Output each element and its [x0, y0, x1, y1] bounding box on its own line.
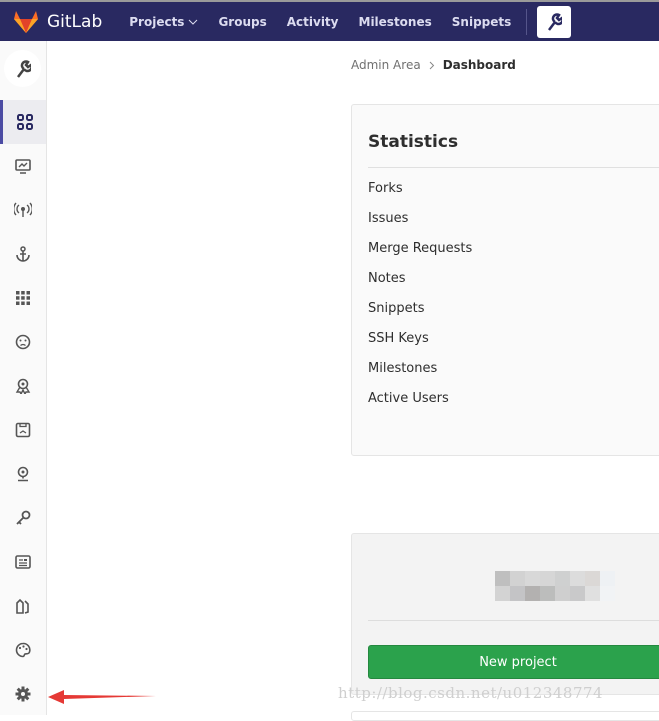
- wrench-icon: [16, 59, 31, 78]
- admin-sidebar: [0, 41, 47, 715]
- appearance-icon: [15, 642, 31, 658]
- blur-pixel: [585, 571, 600, 586]
- broadcast-icon: [14, 202, 32, 217]
- admin-area-link[interactable]: [4, 50, 41, 87]
- blur-pixel: [585, 586, 600, 601]
- sidebar-item-geo[interactable]: [0, 452, 46, 496]
- anchor-hooks-icon: [16, 246, 30, 262]
- sidebar-item-appearance[interactable]: [0, 628, 46, 672]
- stat-row: Notes: [368, 271, 406, 286]
- top-navbar: GitLab Projects Groups Activity Mileston…: [0, 0, 659, 41]
- chevron-down-icon: [189, 19, 198, 25]
- brand-name: GitLab: [47, 11, 103, 32]
- statistics-panel: Statistics Forks Issues Merge Requests N…: [351, 104, 659, 456]
- sidebar-item-abuse-reports[interactable]: [0, 320, 46, 364]
- blur-pixel: [600, 586, 615, 601]
- settings-icon: [15, 686, 31, 702]
- annotation-arrow: [48, 690, 156, 704]
- sidebar-item-kubernetes[interactable]: [0, 408, 46, 452]
- tanuki-icon: [14, 10, 38, 33]
- stat-row: Merge Requests: [368, 241, 473, 256]
- nav-label: Projects: [129, 14, 185, 29]
- blur-pixel: [495, 571, 510, 586]
- nav-groups[interactable]: Groups: [218, 15, 266, 29]
- blur-pixel: [525, 571, 540, 586]
- admin-area-button[interactable]: [537, 5, 572, 38]
- blur-pixel: [540, 571, 555, 586]
- blur-pixel: [495, 586, 510, 601]
- sidebar-item-service-templates[interactable]: [0, 540, 46, 584]
- sidebar-item-settings[interactable]: [0, 672, 46, 716]
- projects-panel: New project: [351, 533, 659, 695]
- monitoring-icon: [15, 159, 31, 174]
- breadcrumb: Admin Area Dashboard: [351, 58, 516, 72]
- stat-row: Active Users: [368, 391, 449, 406]
- breadcrumb-current[interactable]: Dashboard: [443, 58, 516, 72]
- stat-row: Snippets: [368, 301, 425, 316]
- sidebar-item-deploy-keys[interactable]: [0, 496, 46, 540]
- sidebar-item-applications[interactable]: [0, 276, 46, 320]
- sidebar-item-license[interactable]: [0, 364, 46, 408]
- sidebar-item-monitoring[interactable]: [0, 144, 46, 188]
- blurred-content: [495, 571, 615, 601]
- sidebar-item-labels[interactable]: [0, 584, 46, 628]
- watermark: http://blog.csdn.net/u012348774: [338, 684, 604, 702]
- divider: [368, 620, 659, 621]
- blur-pixel: [510, 586, 525, 601]
- blur-pixel: [510, 571, 525, 586]
- new-project-button[interactable]: New project: [368, 645, 659, 679]
- labels-icon: [16, 598, 29, 614]
- statistics-title: Statistics: [368, 132, 459, 152]
- chevron-right-icon: [429, 61, 434, 69]
- stat-row: Issues: [368, 211, 409, 226]
- gitlab-logo[interactable]: GitLab: [13, 10, 102, 34]
- sidebar-item-overview[interactable]: [0, 100, 46, 144]
- nav-milestones[interactable]: Milestones: [359, 15, 432, 29]
- divider: [526, 8, 528, 35]
- nav-activity[interactable]: Activity: [287, 15, 339, 29]
- next-panel: [351, 711, 659, 721]
- abuse-reports-icon: [15, 334, 31, 350]
- applications-icon: [16, 291, 30, 305]
- overview-grid-icon: [16, 114, 33, 130]
- geo-icon: [17, 466, 29, 482]
- stat-row: Forks: [368, 181, 403, 196]
- license-icon: [15, 378, 31, 394]
- blur-pixel: [540, 586, 555, 601]
- wrench-icon: [548, 12, 563, 31]
- blur-pixel: [525, 586, 540, 601]
- blur-pixel: [600, 571, 615, 586]
- deploy-keys-icon: [16, 510, 31, 525]
- sidebar-item-hooks[interactable]: [0, 232, 46, 276]
- stat-row: SSH Keys: [368, 331, 429, 346]
- blur-pixel: [555, 586, 570, 601]
- blur-pixel: [555, 571, 570, 586]
- nav-projects[interactable]: Projects: [129, 15, 198, 29]
- blur-pixel: [570, 586, 585, 601]
- kubernetes-icon: [15, 422, 31, 438]
- divider: [368, 167, 659, 168]
- breadcrumb-admin-area[interactable]: Admin Area: [351, 58, 421, 72]
- nav-snippets[interactable]: Snippets: [452, 15, 512, 29]
- service-templates-icon: [15, 555, 31, 569]
- sidebar-item-messages[interactable]: [0, 188, 46, 232]
- stat-row: Milestones: [368, 361, 438, 376]
- blur-pixel: [570, 571, 585, 586]
